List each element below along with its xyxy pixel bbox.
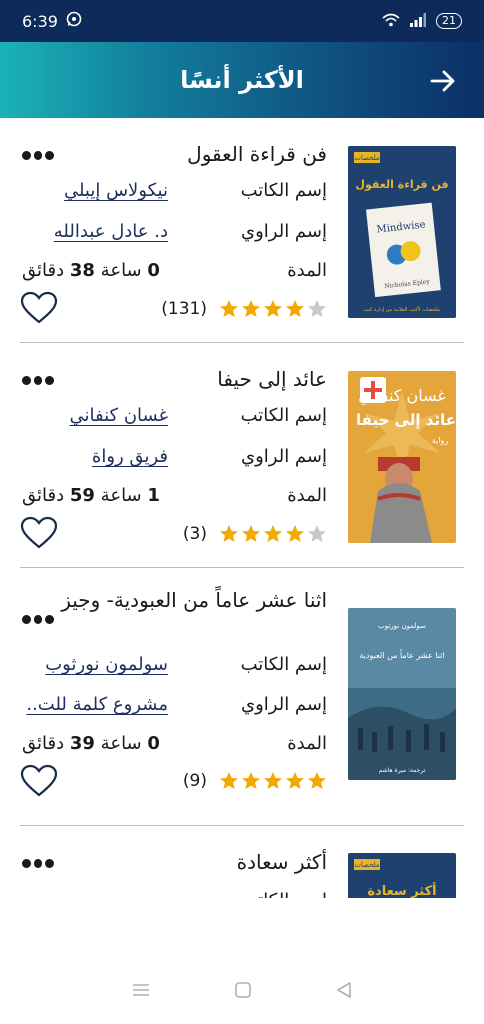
cover-top-label: ملخصات <box>354 861 380 869</box>
book-cover[interactable]: غسان كنفاني عائد إلى حيفا رواية <box>348 371 456 543</box>
app-header: الأكثر أنسًا <box>0 42 484 118</box>
system-nav-bar <box>0 960 484 1024</box>
author-link[interactable]: سولمون نورثوب <box>22 654 168 675</box>
arrow-right-icon <box>430 70 455 92</box>
duration-label: المدة <box>287 260 327 281</box>
cover-title: عائد إلى حيفا <box>356 411 456 429</box>
book-title[interactable]: فن قراءة العقول <box>47 138 327 170</box>
cover-subtitle: رواية <box>432 436 449 445</box>
cover-footer: ملخصات لأكتب العلامة من إدارة كتب <box>364 306 441 313</box>
star-icon <box>242 300 260 317</box>
author-label: إسم الكاتب <box>240 405 327 426</box>
book-cover[interactable]: سولمون نورثوب اثنا عشر عاماً من العبودية… <box>348 608 456 780</box>
author-label: إسم الكاتب <box>237 890 327 898</box>
duration-label: المدة <box>287 733 327 754</box>
battery-indicator: 21 <box>436 13 462 29</box>
duration-value: 1 ساعة 59 دقائق <box>22 485 160 506</box>
star-icon <box>264 300 282 317</box>
rating-stars <box>219 524 327 544</box>
narrator-label: إسم الراوي <box>241 221 327 242</box>
star-icon <box>220 300 238 317</box>
more-options-button[interactable] <box>22 373 55 387</box>
narrator-link[interactable]: فريق رواة <box>22 446 168 467</box>
more-options-button[interactable] <box>22 856 55 870</box>
more-options-button[interactable] <box>22 612 55 626</box>
rating: (3) <box>183 523 327 545</box>
status-time: 6:39 <box>22 11 58 31</box>
wifi-icon <box>382 13 400 30</box>
status-bar: 6:39 21 <box>0 0 484 42</box>
author-label: إسم الكاتب <box>240 654 327 675</box>
page-title: الأكثر أنسًا <box>180 66 304 94</box>
rating-count: (131) <box>161 299 207 319</box>
duration-value: 0 ساعة 39 دقائق <box>22 733 160 754</box>
rating-count: (3) <box>182 524 207 544</box>
star-icon <box>308 525 326 542</box>
rating-stars <box>219 299 327 319</box>
book-title[interactable]: عائد إلى حيفا <box>47 363 327 395</box>
star-icon <box>286 772 304 789</box>
cover-title: فن قراءة العقول <box>355 178 448 191</box>
star-icon <box>308 772 326 789</box>
status-left: 6:39 <box>22 11 82 31</box>
cover-title: أكثر سعادة <box>367 882 436 898</box>
cover-top-label: ملخصات <box>354 154 380 162</box>
narrator-link[interactable]: مشروع كلمة للت.. <box>22 694 168 715</box>
star-icon <box>308 300 326 317</box>
home-icon[interactable] <box>234 981 252 1003</box>
more-options-button[interactable] <box>22 148 55 162</box>
menu-icon[interactable] <box>131 982 151 1002</box>
rating: (9) <box>183 770 327 792</box>
rating-count: (9) <box>182 771 207 791</box>
whatsapp-icon <box>66 11 82 31</box>
narrator-label: إسم الراوي <box>241 694 327 715</box>
book-item[interactable]: سولمون نورثوب اثنا عشر عاماً من العبودية… <box>0 568 484 797</box>
narrator-label: إسم الراوي <box>241 446 327 467</box>
cover-title: اثنا عشر عاماً من العبودية <box>359 649 444 660</box>
back-button[interactable] <box>426 64 460 98</box>
author-label: إسم الكاتب <box>240 180 327 201</box>
duration-value: 0 ساعة 38 دقائق <box>22 260 160 281</box>
book-cover[interactable]: ملخصات فن قراءة العقول Mindwise Nicholas… <box>348 146 456 318</box>
favorite-heart-icon[interactable] <box>20 516 58 550</box>
book-item[interactable]: ملخصات فن قراءة العقول Mindwise Nicholas… <box>0 118 484 343</box>
book-item[interactable]: ملخصات أكثر سعادة أكثر سعادة إسم الكاتب <box>0 826 484 898</box>
book-item[interactable]: غسان كنفاني عائد إلى حيفا رواية عائد إلى… <box>0 343 484 568</box>
book-title[interactable]: أكثر سعادة <box>47 846 327 878</box>
cover-top-label: سولمون نورثوب <box>378 622 426 630</box>
book-title[interactable]: اثنا عشر عاماً من العبودية- وجيز <box>47 584 327 616</box>
star-icon <box>264 772 282 789</box>
star-icon <box>220 525 238 542</box>
favorite-heart-icon[interactable] <box>20 764 58 798</box>
rating: (131) <box>161 298 327 320</box>
back-triangle-icon[interactable] <box>335 981 353 1003</box>
duration-label: المدة <box>287 485 327 506</box>
favorite-heart-icon[interactable] <box>20 291 58 325</box>
star-icon <box>264 525 282 542</box>
star-icon <box>220 772 238 789</box>
star-icon <box>242 525 260 542</box>
status-right: 21 <box>382 12 462 30</box>
author-link[interactable]: غسان كنفاني <box>22 405 169 426</box>
signal-icon <box>410 12 426 30</box>
author-link[interactable]: نيكولاس إيبلي <box>22 180 168 201</box>
rating-stars <box>219 771 327 791</box>
star-icon <box>286 300 304 317</box>
cover-footer: ترجمة: ميرة هاشم <box>379 767 426 774</box>
star-icon <box>242 772 260 789</box>
book-list[interactable]: ملخصات فن قراءة العقول Mindwise Nicholas… <box>0 118 484 898</box>
star-icon <box>286 525 304 542</box>
book-cover[interactable]: ملخصات أكثر سعادة <box>348 853 456 898</box>
narrator-link[interactable]: د. عادل عبدالله <box>22 221 168 242</box>
